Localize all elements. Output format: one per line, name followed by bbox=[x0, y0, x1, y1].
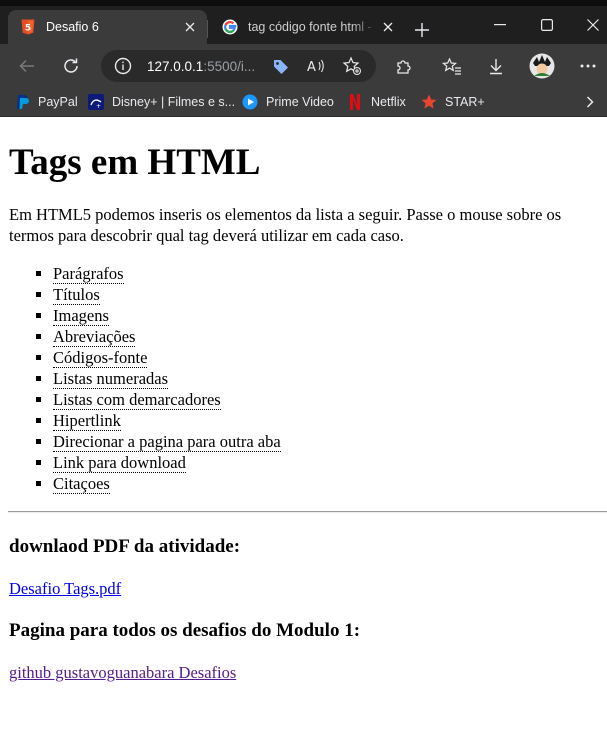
favorite-disney-plus[interactable]: + Disney+ | Filmes e s... bbox=[88, 92, 235, 112]
favorite-label: Prime Video bbox=[266, 95, 334, 109]
list-item: Códigos-fonte bbox=[53, 347, 281, 368]
profile-avatar[interactable] bbox=[528, 52, 556, 80]
favorites-bar: PayPal + Disney+ | Filmes e s... Prime V… bbox=[0, 88, 607, 117]
star-plus-icon bbox=[421, 94, 437, 110]
favorite-netflix[interactable]: Netflix bbox=[347, 92, 406, 112]
favorite-prime-video[interactable]: Prime Video bbox=[242, 92, 334, 112]
list-item: Títulos bbox=[53, 284, 281, 305]
close-tab-icon[interactable] bbox=[377, 16, 399, 38]
download-pdf-link[interactable]: Desafio Tags.pdf bbox=[9, 578, 121, 599]
abbr-term[interactable]: Link para download bbox=[53, 453, 186, 473]
list-item: Listas com demarcadores bbox=[53, 389, 281, 410]
list-item: Parágrafos bbox=[53, 263, 281, 284]
downloads-icon[interactable] bbox=[482, 52, 510, 80]
paypal-icon bbox=[14, 94, 30, 110]
tab-title: tag código fonte html - Pesquisar bbox=[248, 20, 377, 34]
tab-desafio-6[interactable]: 5 Desafio 6 bbox=[8, 10, 207, 44]
list-item: Hipertlink bbox=[53, 410, 281, 431]
list-item: Direcionar a pagina para outra aba bbox=[53, 431, 281, 452]
abbr-term[interactable]: Abreviações bbox=[53, 327, 136, 347]
list-item: Link para download bbox=[53, 452, 281, 473]
list-item: Abreviações bbox=[53, 326, 281, 347]
maximize-icon[interactable] bbox=[524, 6, 570, 44]
site-info-icon[interactable] bbox=[113, 56, 133, 76]
svg-text:A: A bbox=[307, 60, 316, 75]
html5-icon: 5 bbox=[20, 19, 36, 35]
abbr-term[interactable]: Direcionar a pagina para outra aba bbox=[53, 432, 281, 452]
favorite-label: Disney+ | Filmes e s... bbox=[112, 95, 236, 109]
google-icon bbox=[222, 19, 238, 35]
favorite-label: PayPal bbox=[38, 95, 78, 109]
refresh-icon[interactable] bbox=[57, 52, 85, 80]
extensions-puzzle-icon[interactable] bbox=[390, 52, 418, 80]
url-text[interactable]: 127.0.0.1:5500/i... bbox=[147, 59, 259, 74]
new-tab-plus-icon[interactable] bbox=[410, 18, 434, 42]
download-heading: downlaod PDF da atividade: bbox=[9, 536, 241, 557]
close-tab-icon[interactable] bbox=[179, 16, 201, 38]
minimize-icon[interactable] bbox=[477, 6, 523, 44]
abbr-term[interactable]: Hipertlink bbox=[53, 411, 121, 431]
favorite-star-plus[interactable]: STAR+ bbox=[421, 92, 485, 112]
disney-icon: + bbox=[88, 94, 104, 110]
read-aloud-icon[interactable]: A bbox=[306, 56, 326, 76]
netflix-icon bbox=[347, 94, 363, 110]
abbr-term[interactable]: Listas com demarcadores bbox=[53, 390, 221, 410]
abbr-term[interactable]: Listas numeradas bbox=[53, 369, 169, 389]
browser-chrome: 5 Desafio 6 tag código fonte html - Pesq… bbox=[0, 0, 607, 117]
address-bar[interactable]: 127.0.0.1:5500/i... A bbox=[101, 50, 376, 82]
tab-title: Desafio 6 bbox=[46, 20, 99, 34]
close-window-icon[interactable] bbox=[570, 6, 607, 44]
prime-video-icon bbox=[242, 94, 258, 110]
abbr-term[interactable]: Códigos-fonte bbox=[53, 348, 148, 368]
list-item: Imagens bbox=[53, 305, 281, 326]
tab-google-search[interactable]: tag código fonte html - Pesquisar bbox=[210, 10, 405, 44]
add-favorite-icon[interactable] bbox=[342, 56, 362, 76]
list-item: Citaçoes bbox=[53, 473, 281, 494]
abbr-term[interactable]: Parágrafos bbox=[53, 264, 124, 284]
chevron-right-icon[interactable] bbox=[581, 93, 599, 111]
navigation-toolbar: 127.0.0.1:5500/i... A bbox=[0, 44, 607, 88]
tags-list: Parágrafos Títulos Imagens Abreviações C… bbox=[9, 263, 281, 494]
abbr-term[interactable]: Imagens bbox=[53, 306, 109, 326]
more-options-icon[interactable] bbox=[574, 52, 602, 80]
intro-paragraph: Em HTML5 podemos inseris os elementos da… bbox=[9, 205, 562, 245]
coupon-tag-icon[interactable] bbox=[271, 56, 291, 76]
challenges-heading: Pagina para todos os desafios do Modulo … bbox=[9, 620, 361, 641]
horizontal-rule bbox=[8, 511, 607, 513]
list-item: Listas numeradas bbox=[53, 368, 281, 389]
url-path: :5500/i... bbox=[203, 58, 256, 74]
svg-text:+: + bbox=[96, 103, 101, 110]
tab-bar: 5 Desafio 6 tag código fonte html - Pesq… bbox=[0, 6, 607, 44]
abbr-term[interactable]: Citaçoes bbox=[53, 474, 110, 494]
back-arrow-icon[interactable] bbox=[13, 52, 41, 80]
favorites-icon[interactable] bbox=[438, 52, 466, 80]
svg-text:5: 5 bbox=[25, 24, 31, 34]
favorite-label: Netflix bbox=[371, 95, 406, 109]
url-host: 127.0.0.1 bbox=[147, 58, 204, 74]
favorite-paypal[interactable]: PayPal bbox=[14, 92, 78, 112]
favorite-label: STAR+ bbox=[445, 95, 485, 109]
github-challenges-link[interactable]: github gustavoguanabara Desafios bbox=[9, 662, 236, 683]
abbr-term[interactable]: Títulos bbox=[53, 285, 100, 305]
tab-divider bbox=[207, 20, 208, 38]
page-title: Tags em HTML bbox=[9, 142, 261, 183]
